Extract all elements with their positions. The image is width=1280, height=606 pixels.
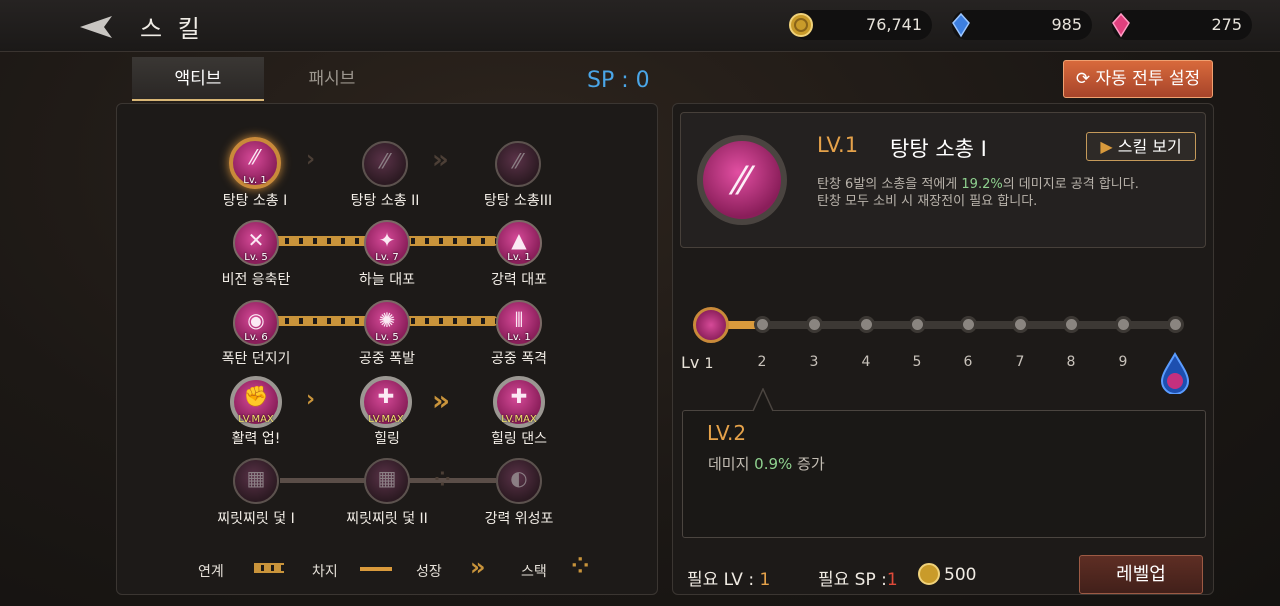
view-skill-button[interactable]: ▶ 스킬 보기	[1086, 132, 1196, 161]
blue-crystal-icon	[952, 12, 970, 38]
skill-name: 비전 응축탄	[221, 272, 291, 288]
level-track-start: Lv 1	[681, 353, 714, 372]
back-arrow-icon[interactable]	[70, 10, 120, 44]
skill-name: 탕탕 소총 I	[222, 193, 288, 209]
skill-name: 폭탄 던지기	[221, 351, 291, 367]
skill-rifle-1[interactable]: ⁄⁄ Lv. 1	[229, 137, 281, 189]
view-skill-label: 스킬 보기	[1117, 137, 1182, 156]
blue-crystal-amount: 985	[1051, 15, 1082, 34]
level-dot	[858, 316, 875, 333]
skill-name: 활력 업!	[231, 431, 281, 447]
auto-battle-settings-button[interactable]: ⟳ 자동 전투 설정	[1063, 60, 1213, 98]
level-dot	[754, 316, 771, 333]
skill-name: 하늘 대포	[359, 272, 415, 288]
rifle-skill-icon: ⁄⁄	[697, 135, 787, 225]
skill-name: 공중 폭격	[491, 351, 547, 367]
play-icon: ▶	[1100, 137, 1113, 156]
level-tick: 7	[1015, 354, 1025, 370]
level-dot	[806, 316, 823, 333]
blue-crystal-currency: 985	[952, 10, 1092, 40]
current-level-marker-icon	[693, 307, 729, 343]
growth-arrow-icon: ›	[306, 387, 316, 412]
sp-counter: SP : 0	[587, 68, 650, 93]
charge-legend-icon	[360, 567, 392, 571]
refresh-icon: ⟳	[1075, 69, 1091, 89]
required-sp: 필요 SP :1	[818, 570, 898, 590]
skill-air-strike[interactable]: ⫴ Lv. 1	[496, 300, 542, 346]
skill-name: 강력 위성포	[484, 511, 554, 527]
skill-shock-trap-2[interactable]: ▦	[364, 458, 410, 504]
level-tick: 3	[809, 354, 819, 370]
gold-currency: 76,741	[789, 10, 932, 40]
gold-amount: 76,741	[866, 15, 922, 34]
legend-stack-label: 스택	[521, 564, 547, 580]
skill-name: 탕탕 소총III	[483, 193, 553, 209]
current-skill-level: LV.1	[817, 133, 859, 157]
skill-name: 공중 폭발	[359, 351, 415, 367]
skill-rifle-2[interactable]: ⁄⁄	[362, 141, 408, 187]
skill-arcane-shot[interactable]: ✕ Lv. 5	[233, 220, 279, 266]
level-dot	[909, 316, 926, 333]
gold-coin-icon	[918, 563, 940, 585]
level-dot	[960, 316, 977, 333]
chain-legend-icon	[254, 563, 284, 573]
level-up-button[interactable]: 레벨업	[1079, 555, 1203, 594]
tab-active[interactable]: 액티브	[132, 57, 264, 101]
skill-name: 힐링	[374, 431, 400, 447]
skill-shock-trap-1[interactable]: ▦	[233, 458, 279, 504]
gold-cost: 500	[944, 565, 977, 585]
growth-arrow-icon: »	[432, 384, 451, 417]
legend-charge-label: 차지	[312, 564, 338, 580]
level-tick: 9	[1118, 354, 1128, 370]
growth-arrow-icon: »	[432, 145, 449, 175]
skill-healing[interactable]: ✚ LV.MAX	[360, 376, 412, 428]
level-dot	[1012, 316, 1029, 333]
level-tick: 8	[1066, 354, 1076, 370]
next-level-box	[682, 410, 1206, 538]
growth-arrow-icon: ›	[306, 147, 316, 172]
level-track	[710, 321, 1176, 329]
skill-name: 강력 대포	[491, 272, 547, 288]
auto-battle-label: 자동 전투 설정	[1095, 69, 1201, 89]
skill-healing-dance[interactable]: ✚ LV.MAX	[493, 376, 545, 428]
skill-vitality-up[interactable]: ✊ LV.MAX	[230, 376, 282, 428]
skill-air-burst[interactable]: ✺ Lv. 5	[364, 300, 410, 346]
skill-name: 힐링 댄스	[491, 431, 547, 447]
growth-legend-icon: »	[470, 553, 486, 581]
max-level-drop-icon	[1160, 352, 1190, 394]
level-tick: 6	[963, 354, 973, 370]
skill-bomb-throw[interactable]: ◉ Lv. 6	[233, 300, 279, 346]
level-dot	[1115, 316, 1132, 333]
tab-passive[interactable]: 패시브	[266, 57, 398, 101]
required-level: 필요 LV : 1	[687, 570, 771, 590]
skill-name: 탕탕 소총 II	[350, 193, 420, 209]
skill-description: 탄창 6발의 소총을 적에게 19.2%의 데미지로 공격 합니다. 탄창 모두…	[817, 177, 1139, 209]
level-dot	[1167, 316, 1184, 333]
level-tick: 5	[912, 354, 922, 370]
pink-crystal-icon	[1112, 12, 1130, 38]
page-title: 스 킬	[140, 15, 204, 43]
level-tick: 4	[861, 354, 871, 370]
legend-growth-label: 성장	[416, 564, 442, 580]
legend-link-label: 연계	[198, 564, 224, 580]
skill-name: 찌릿찌릿 덫 II	[346, 511, 428, 527]
level-tick: 2	[757, 354, 767, 370]
pointer-arrow-icon	[752, 388, 774, 412]
gold-coin-icon	[789, 13, 813, 37]
next-level-label: LV.2	[707, 421, 747, 445]
top-bar: 스 킬 76,741 985 275	[0, 0, 1280, 52]
pink-crystal-currency: 275	[1112, 10, 1252, 40]
skill-name: 찌릿찌릿 덫 I	[217, 511, 295, 527]
skill-sky-cannon[interactable]: ✦ Lv. 7	[364, 220, 410, 266]
skill-title: 탕탕 소총 I	[890, 137, 987, 161]
skill-satellite-cannon[interactable]: ◐	[496, 458, 542, 504]
skill-rifle-3[interactable]: ⁄⁄	[495, 141, 541, 187]
next-level-effect: 데미지 0.9% 증가	[708, 455, 825, 473]
skill-power-cannon[interactable]: ▲ Lv. 1	[496, 220, 542, 266]
level-dot	[1063, 316, 1080, 333]
stack-icon: ⁘	[434, 467, 451, 491]
pink-crystal-amount: 275	[1211, 15, 1242, 34]
stack-legend-icon: ⁘	[571, 554, 590, 579]
